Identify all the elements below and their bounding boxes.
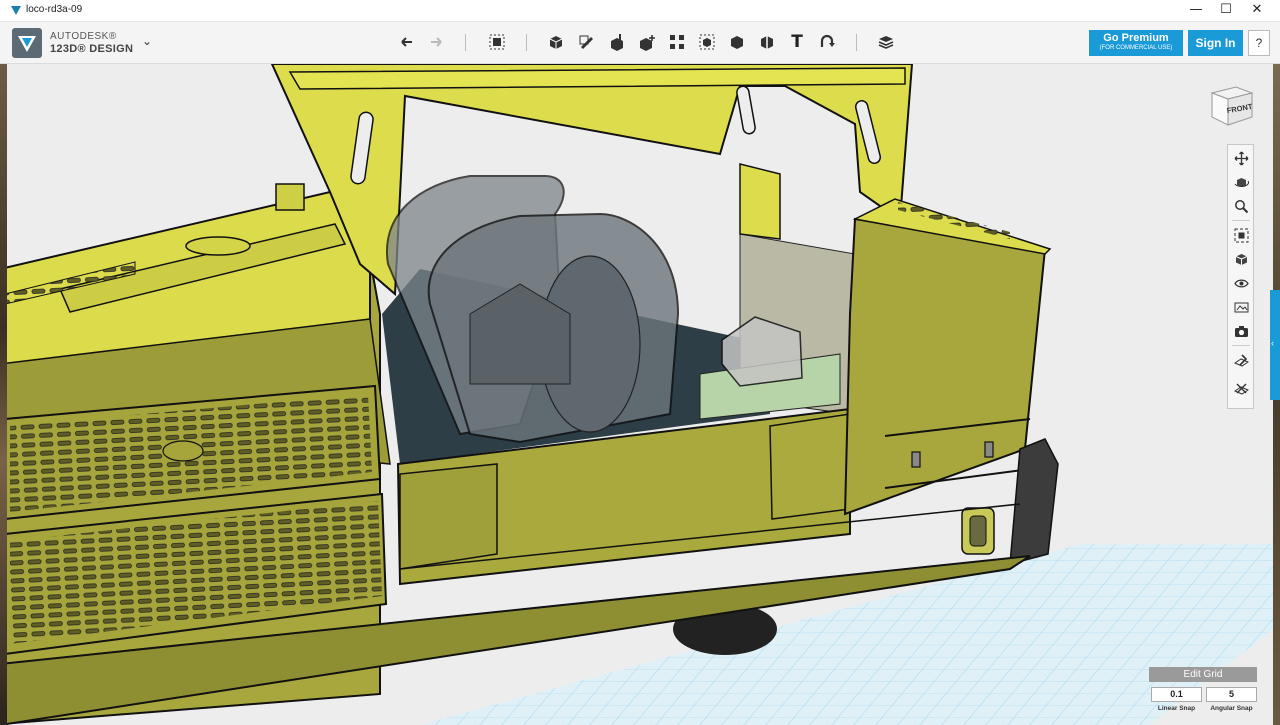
go-premium-label: Go Premium	[1103, 32, 1169, 44]
toolbar-separator	[526, 34, 527, 51]
zoom-icon[interactable]	[1231, 196, 1251, 216]
go-premium-button[interactable]: Go Premium (FOR COMMERCIAL USE)	[1089, 30, 1183, 56]
materials-icon[interactable]	[1231, 297, 1251, 317]
locomotive-model[interactable]	[0, 64, 1280, 725]
window-title: loco-rd3a-09	[26, 4, 83, 15]
snap-toggle-icon[interactable]	[1231, 378, 1251, 398]
brand-line-2: 123D® DESIGN	[50, 43, 134, 55]
sign-in-button[interactable]: Sign In	[1188, 30, 1243, 56]
snap-icon[interactable]	[816, 31, 838, 53]
view-mode-icon[interactable]	[1231, 249, 1251, 269]
orbit-icon[interactable]	[1231, 172, 1251, 192]
minimize-button[interactable]: —	[1181, 0, 1211, 22]
background-window-strip	[0, 64, 7, 725]
chevron-left-icon: ‹	[1271, 338, 1274, 348]
toolbar-separator	[856, 34, 857, 51]
nav-separator	[1232, 345, 1250, 346]
close-button[interactable]: ✕	[1242, 0, 1272, 22]
transform-icon[interactable]	[486, 31, 508, 53]
pan-icon[interactable]	[1231, 148, 1251, 168]
visibility-icon[interactable]	[1231, 273, 1251, 293]
combine-icon[interactable]	[726, 31, 748, 53]
redo-icon[interactable]	[425, 31, 447, 53]
go-premium-sublabel: (FOR COMMERCIAL USE)	[1099, 45, 1173, 51]
fit-icon[interactable]	[1231, 225, 1251, 245]
linear-snap-field[interactable]: 0.1	[1151, 687, 1202, 702]
sketch-icon[interactable]	[576, 31, 598, 53]
edit-grid-button[interactable]: Edit Grid	[1149, 667, 1257, 682]
angular-snap-field[interactable]: 5	[1206, 687, 1257, 702]
primitives-icon[interactable]	[545, 31, 567, 53]
text-icon[interactable]: T	[786, 31, 808, 53]
brand-line-1: AUTODESK®	[50, 31, 117, 42]
autodesk-logo	[12, 28, 42, 58]
toolbar-separator	[465, 34, 466, 51]
side-panel-tab[interactable]: ‹	[1270, 290, 1280, 400]
view-cube[interactable]: FRONT	[1206, 79, 1256, 129]
pattern-icon[interactable]	[666, 31, 688, 53]
app-header: AUTODESK® 123D® DESIGN ⌄ T Go Premium (F…	[0, 22, 1280, 64]
navigation-bar	[1227, 144, 1254, 409]
angular-snap-label: Angular Snap	[1210, 705, 1253, 712]
measure-icon[interactable]	[756, 31, 778, 53]
maximize-button[interactable]: ☐	[1211, 0, 1241, 22]
chevron-down-icon[interactable]: ⌄	[142, 34, 152, 48]
title-bar: loco-rd3a-09 — ☐ ✕	[0, 0, 1280, 22]
grid-controls: Edit Grid 0.1 5 Linear Snap Angular Snap	[1149, 667, 1259, 722]
construct-icon[interactable]	[606, 31, 628, 53]
help-button[interactable]: ?	[1248, 30, 1270, 56]
screenshot-icon[interactable]	[1231, 321, 1251, 341]
nav-separator	[1232, 220, 1250, 221]
group-icon[interactable]	[696, 31, 718, 53]
grid-toggle-icon[interactable]	[1231, 350, 1251, 370]
app-icon	[11, 6, 21, 15]
undo-icon[interactable]	[396, 31, 418, 53]
modify-icon[interactable]	[636, 31, 658, 53]
material-icon[interactable]	[875, 31, 897, 53]
app-window: loco-rd3a-09 — ☐ ✕ AUTODESK® 123D® DESIG…	[0, 0, 1280, 725]
linear-snap-label: Linear Snap	[1157, 705, 1196, 712]
text-tool-glyph: T	[791, 32, 803, 52]
3d-viewport[interactable]: FRONT Edit Grid 0.1 5 Linear Snap Angula…	[0, 64, 1280, 725]
